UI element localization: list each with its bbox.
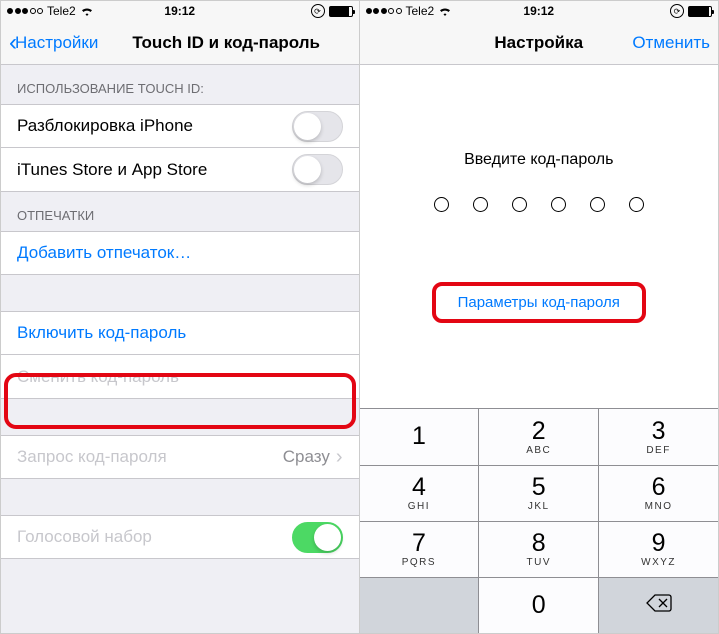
unlock-iphone-cell[interactable]: Разблокировка iPhone xyxy=(1,104,359,148)
passcode-entry-area: Введите код-пароль Параметры код-пароля xyxy=(360,65,719,408)
back-button[interactable]: ‹ Настройки xyxy=(9,31,98,55)
section-header-fingerprints: ОТПЕЧАТКИ xyxy=(1,192,359,231)
rotation-lock-icon: ⟳ xyxy=(670,4,684,18)
carrier-label: Tele2 xyxy=(406,4,435,18)
keypad-key-3[interactable]: 3DEF xyxy=(599,409,718,465)
keypad-key-6[interactable]: 6MNO xyxy=(599,465,718,521)
section-header-touchid: ИСПОЛЬЗОВАНИЕ TOUCH ID: xyxy=(1,65,359,104)
cell-label: iTunes Store и App Store xyxy=(17,160,292,180)
settings-list: ИСПОЛЬЗОВАНИЕ TOUCH ID: Разблокировка iP… xyxy=(1,65,359,633)
require-passcode-cell: Запрос код-пароля Сразу › xyxy=(1,435,359,479)
numeric-keypad: 1 2ABC 3DEF 4GHI 5JKL 6MNO 7PQRS 8TUV 9W… xyxy=(360,408,719,633)
add-fingerprint-label: Добавить отпечаток… xyxy=(17,243,343,263)
chevron-right-icon: › xyxy=(336,446,343,469)
require-passcode-value: Сразу xyxy=(283,447,330,467)
keypad-key-7[interactable]: 7PQRS xyxy=(360,521,480,577)
unlock-iphone-switch[interactable] xyxy=(292,111,343,142)
voice-dial-label: Голосовой набор xyxy=(17,527,292,547)
cancel-button[interactable]: Отменить xyxy=(632,33,710,53)
require-passcode-label: Запрос код-пароля xyxy=(17,447,283,467)
signal-dots-icon xyxy=(7,8,43,14)
itunes-switch[interactable] xyxy=(292,154,343,185)
highlight-annotation: Параметры код-пароля xyxy=(432,282,646,323)
nav-bar: ‹ Настройки Touch ID и код-пароль xyxy=(1,21,359,65)
backspace-icon xyxy=(646,594,672,617)
passcode-options-button[interactable]: Параметры код-пароля xyxy=(448,288,630,317)
passcode-dots xyxy=(434,197,644,212)
carrier-label: Tele2 xyxy=(47,4,76,18)
battery-icon xyxy=(329,6,353,17)
add-fingerprint-cell[interactable]: Добавить отпечаток… xyxy=(1,231,359,275)
keypad-key-9[interactable]: 9WXYZ xyxy=(599,521,718,577)
status-time: 19:12 xyxy=(164,4,195,18)
rotation-lock-icon: ⟳ xyxy=(311,4,325,18)
wifi-icon xyxy=(80,6,94,16)
wifi-icon xyxy=(438,6,452,16)
passcode-dot xyxy=(512,197,527,212)
keypad-key-8[interactable]: 8TUV xyxy=(479,521,599,577)
battery-icon xyxy=(688,6,712,17)
change-passcode-cell: Сменить код-пароль xyxy=(1,355,359,399)
keypad-key-empty xyxy=(360,577,480,633)
status-time: 19:12 xyxy=(523,4,554,18)
keypad-key-0[interactable]: 0 xyxy=(479,577,599,633)
back-label: Настройки xyxy=(15,33,98,53)
cell-label: Разблокировка iPhone xyxy=(17,116,292,136)
passcode-dot xyxy=(590,197,605,212)
keypad-backspace[interactable] xyxy=(599,577,718,633)
passcode-dot xyxy=(629,197,644,212)
keypad-key-1[interactable]: 1 xyxy=(360,409,480,465)
voice-dial-switch[interactable] xyxy=(292,522,343,553)
voice-dial-cell[interactable]: Голосовой набор xyxy=(1,515,359,559)
nav-bar: Настройка Отменить xyxy=(360,21,719,65)
signal-dots-icon xyxy=(366,8,402,14)
keypad-key-4[interactable]: 4GHI xyxy=(360,465,480,521)
passcode-prompt: Введите код-пароль xyxy=(464,151,613,169)
passcode-dot xyxy=(473,197,488,212)
enable-passcode-cell[interactable]: Включить код-пароль xyxy=(1,311,359,355)
nav-title: Настройка xyxy=(494,33,583,53)
passcode-dot xyxy=(434,197,449,212)
keypad-key-5[interactable]: 5JKL xyxy=(479,465,599,521)
itunes-cell[interactable]: iTunes Store и App Store xyxy=(1,148,359,192)
passcode-dot xyxy=(551,197,566,212)
status-bar: Tele2 19:12 ⟳ xyxy=(360,1,719,21)
nav-title: Touch ID и код-пароль xyxy=(132,33,320,53)
status-bar: Tele2 19:12 ⟳ xyxy=(1,1,359,21)
enable-passcode-label: Включить код-пароль xyxy=(17,323,343,343)
change-passcode-label: Сменить код-пароль xyxy=(17,367,343,387)
keypad-key-2[interactable]: 2ABC xyxy=(479,409,599,465)
